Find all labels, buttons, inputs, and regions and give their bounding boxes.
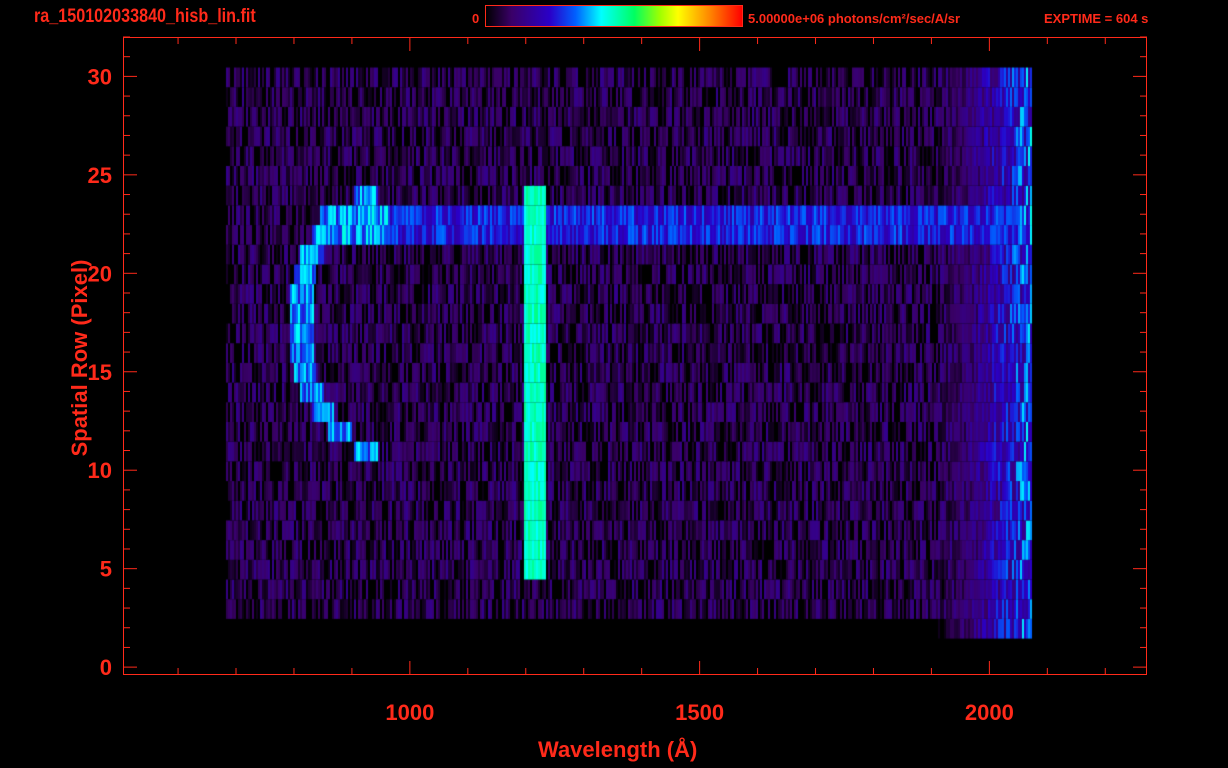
x-tick-label: 1000 xyxy=(385,700,434,725)
x-tick-label: 2000 xyxy=(965,700,1014,725)
y-tick-label: 0 xyxy=(100,655,112,680)
x-tick-label: 1500 xyxy=(675,700,724,725)
y-axis-label: Spatial Row (Pixel) xyxy=(67,259,92,457)
y-tick-label: 5 xyxy=(100,557,112,582)
axes: 1000 1500 2000051015202530 xyxy=(88,36,1147,725)
x-axis-label: Wavelength (Å) xyxy=(538,737,698,762)
y-tick-label: 30 xyxy=(88,64,112,89)
y-tick-label: 25 xyxy=(88,163,112,188)
